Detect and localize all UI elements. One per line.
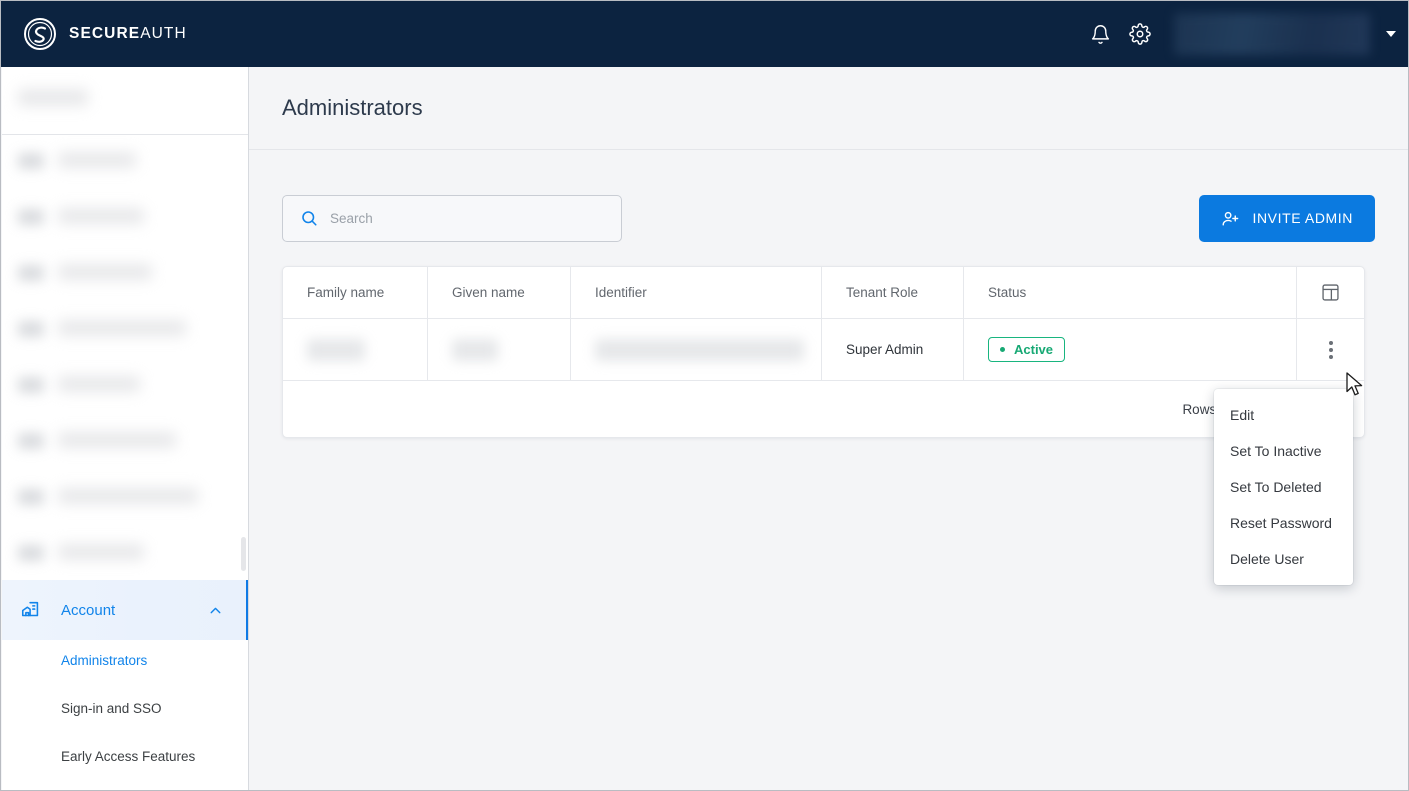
table-columns-icon[interactable] <box>1297 267 1364 318</box>
page-title: Administrators <box>282 95 423 120</box>
context-menu-item-set-to-deleted[interactable]: Set To Deleted <box>1214 469 1353 505</box>
context-menu-item-reset-password[interactable]: Reset Password <box>1214 505 1353 541</box>
sidebar-item-signin-sso-label: Sign-in and SSO <box>61 700 162 716</box>
secureauth-logo-icon <box>23 17 57 51</box>
account-building-icon <box>18 599 44 621</box>
top-navigation-bar: SECUREAUTH <box>1 1 1408 67</box>
invite-admin-button-label: INVITE ADMIN <box>1252 210 1353 226</box>
column-header-identifier[interactable]: Identifier <box>571 267 822 318</box>
page-header: Administrators <box>249 67 1408 150</box>
main-content: Administrators INVITE ADMIN <box>249 67 1408 790</box>
sidebar-item-administrators-label: Administrators <box>61 652 148 668</box>
column-header-family-name[interactable]: Family name <box>283 267 428 318</box>
row-context-menu: Edit Set To Inactive Set To Deleted Rese… <box>1214 389 1353 585</box>
search-input[interactable] <box>330 210 580 226</box>
sidebar-item-early-access-features-label: Early Access Features <box>61 748 196 764</box>
cell-status: Active <box>964 319 1297 380</box>
column-header-given-name[interactable]: Given name <box>428 267 571 318</box>
sidebar-item-signin-sso[interactable]: Sign-in and SSO <box>2 684 248 732</box>
brand-text-light: AUTH <box>140 25 187 42</box>
cell-given-name <box>428 319 571 380</box>
kebab-menu-icon[interactable] <box>1328 340 1333 359</box>
status-badge-label: Active <box>1014 342 1054 357</box>
context-menu-item-edit[interactable]: Edit <box>1214 397 1353 433</box>
table-header-row: Family name Given name Identifier Tenant… <box>283 267 1364 319</box>
brand-logo[interactable]: SECUREAUTH <box>23 17 187 51</box>
topbar-actions <box>1080 1 1408 67</box>
sidebar-item-administrators[interactable]: Administrators <box>2 636 248 684</box>
invite-admin-button[interactable]: INVITE ADMIN <box>1199 194 1375 242</box>
chevron-up-icon[interactable] <box>207 602 224 619</box>
sidebar-item-early-access-features[interactable]: Early Access Features <box>2 732 248 780</box>
search-box[interactable] <box>282 194 622 242</box>
cell-tenant-role: Super Admin <box>822 319 964 380</box>
status-dot-icon <box>1000 347 1005 352</box>
table-footer: Rows per page: 10 <box>283 381 1364 437</box>
table-toolbar: INVITE ADMIN <box>249 192 1408 244</box>
brand-text-bold: SECURE <box>69 25 141 42</box>
sidebar-item-account[interactable]: Account <box>2 580 248 640</box>
search-icon <box>300 209 318 227</box>
person-add-icon <box>1221 209 1240 228</box>
status-badge: Active <box>988 337 1066 362</box>
sidebar-item-account-label: Account <box>61 601 116 619</box>
administrators-table: Family name Given name Identifier Tenant… <box>282 266 1365 438</box>
cell-family-name <box>283 319 428 380</box>
sidebar-redacted-items <box>2 67 248 573</box>
sidebar-navigation: Account Administrators Sign-in and SSO E… <box>2 67 249 790</box>
user-account-name[interactable] <box>1174 13 1370 55</box>
context-menu-item-delete-user[interactable]: Delete User <box>1214 541 1353 577</box>
column-header-status[interactable]: Status <box>964 267 1297 318</box>
cell-row-actions[interactable] <box>1297 319 1364 380</box>
table-row[interactable]: Super Admin Active <box>283 319 1364 381</box>
mouse-cursor <box>1346 372 1364 403</box>
context-menu-item-set-to-inactive[interactable]: Set To Inactive <box>1214 433 1353 469</box>
column-header-tenant-role[interactable]: Tenant Role <box>822 267 964 318</box>
bell-icon[interactable] <box>1080 14 1120 54</box>
cell-identifier <box>571 319 822 380</box>
brand-wordmark: SECUREAUTH <box>69 25 187 43</box>
sidebar-scrollbar[interactable] <box>241 537 246 571</box>
gear-icon[interactable] <box>1120 14 1160 54</box>
caret-down-icon[interactable] <box>1374 1 1408 67</box>
application-window: SECUREAUTH Account Administrators Sign-i… <box>0 0 1409 791</box>
